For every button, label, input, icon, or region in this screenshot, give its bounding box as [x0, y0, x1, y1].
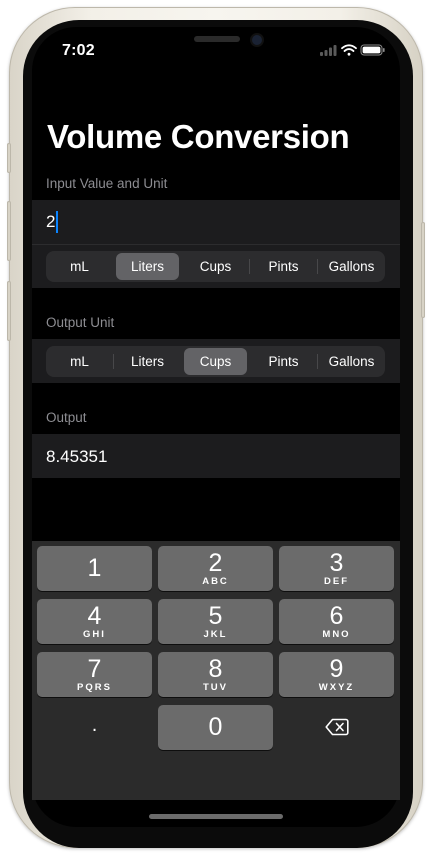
output-unit-ml[interactable]: mL: [48, 348, 111, 375]
battery-icon: [360, 44, 385, 56]
volume-down-button: [7, 281, 11, 341]
input-value-field[interactable]: 2: [46, 211, 59, 233]
output-unit-picker[interactable]: mL Liters Cups Pints Gallons: [46, 346, 385, 377]
key-7[interactable]: 7 PQRS: [37, 652, 152, 697]
status-icons: [320, 44, 385, 56]
output-value: 8.45351: [46, 447, 108, 466]
output-unit-section-label: Output Unit: [46, 315, 115, 330]
status-time: 7:02: [62, 42, 95, 59]
volume-up-button: [7, 201, 11, 261]
key-letters: WXYZ: [318, 682, 355, 693]
wifi-icon: [341, 44, 357, 56]
key-digit: 4: [87, 602, 102, 630]
key-digit: 0: [208, 713, 223, 741]
output-unit-pints[interactable]: Pints: [252, 348, 315, 375]
key-digit: 7: [87, 655, 102, 683]
power-button: [421, 222, 425, 318]
key-digit: 9: [329, 655, 344, 683]
key-digit: 8: [208, 655, 223, 683]
output-unit-liters[interactable]: Liters: [116, 348, 179, 375]
output-section-label: Output: [46, 410, 87, 425]
key-letters: DEF: [324, 576, 349, 587]
input-unit-picker[interactable]: mL Liters Cups Pints Gallons: [46, 251, 385, 282]
text-caret: [56, 211, 59, 233]
segment-separator: [249, 354, 250, 369]
segment-separator: [181, 259, 182, 274]
key-2[interactable]: 2 ABC: [158, 546, 273, 591]
input-unit-cups[interactable]: Cups: [184, 253, 247, 280]
home-indicator[interactable]: [149, 814, 283, 819]
key-letters: TUV: [203, 682, 228, 693]
input-unit-pints[interactable]: Pints: [252, 253, 315, 280]
key-digit: 5: [208, 602, 223, 630]
key-4[interactable]: 4 GHI: [37, 599, 152, 644]
page-title: Volume Conversion: [47, 118, 350, 155]
input-unit-ml[interactable]: mL: [48, 253, 111, 280]
backspace-icon: [324, 718, 349, 736]
key-6[interactable]: 6 MNO: [279, 599, 394, 644]
segment-separator: [249, 259, 250, 274]
key-decimal[interactable]: .: [37, 705, 152, 750]
key-9[interactable]: 9 WXYZ: [279, 652, 394, 697]
input-row-divider: [32, 244, 400, 245]
key-letters: ABC: [202, 576, 229, 587]
output-unit-cups[interactable]: Cups: [184, 348, 247, 375]
earpiece-speaker: [194, 36, 240, 42]
input-unit-liters[interactable]: Liters: [116, 253, 179, 280]
segment-separator: [181, 354, 182, 369]
segment-separator: [113, 259, 114, 274]
front-camera: [252, 35, 262, 45]
output-unit-gallons[interactable]: Gallons: [320, 348, 383, 375]
key-letters: GHI: [83, 629, 106, 640]
input-section-label: Input Value and Unit: [46, 176, 168, 191]
key-5[interactable]: 5 JKL: [158, 599, 273, 644]
segment-separator: [113, 354, 114, 369]
key-1[interactable]: 1: [37, 546, 152, 591]
key-3[interactable]: 3 DEF: [279, 546, 394, 591]
input-value-text: 2: [46, 212, 56, 231]
segment-separator: [317, 259, 318, 274]
key-digit: 6: [329, 602, 344, 630]
side-button: [7, 143, 11, 173]
signal-icon: [320, 45, 337, 56]
key-digit: .: [91, 714, 98, 736]
key-digit: 2: [208, 549, 223, 577]
delete-key[interactable]: [279, 705, 394, 750]
key-letters: PQRS: [77, 682, 112, 693]
key-8[interactable]: 8 TUV: [158, 652, 273, 697]
key-letters: MNO: [322, 629, 351, 640]
input-unit-gallons[interactable]: Gallons: [320, 253, 383, 280]
key-letters: JKL: [203, 629, 228, 640]
segment-separator: [317, 354, 318, 369]
key-digit: 1: [87, 554, 102, 582]
key-digit: 3: [329, 549, 344, 577]
key-0[interactable]: 0: [158, 705, 273, 750]
